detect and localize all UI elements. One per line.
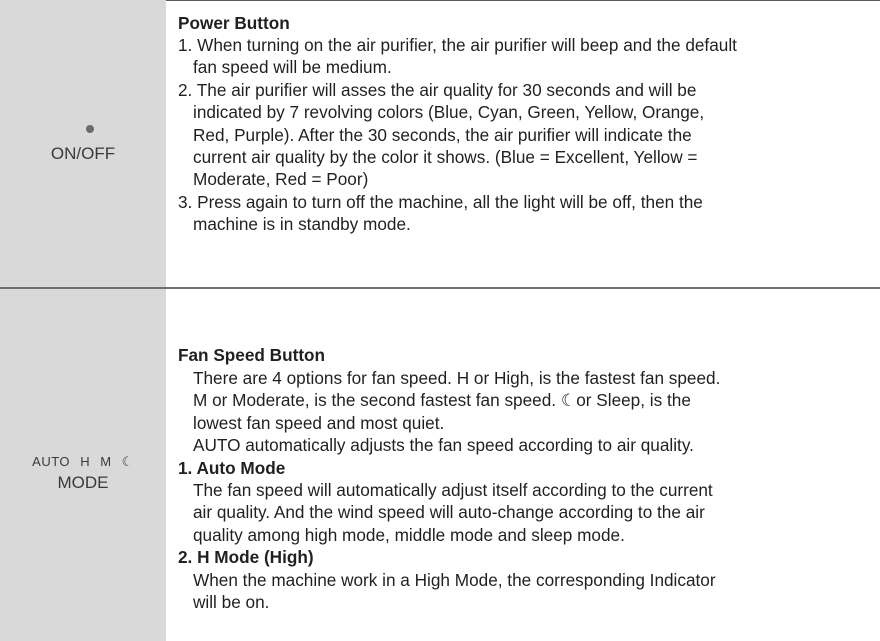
high-mode-line-2: will be on. — [193, 592, 270, 612]
medium-indicator: M — [100, 454, 112, 469]
power-item-2-line-2: indicated by 7 revolving colors (Blue, C… — [193, 102, 705, 123]
fan-intro-line-1: There are 4 options for fan speed. H or … — [193, 368, 721, 388]
auto-mode-line-2: air quality. And the wind speed will aut… — [193, 502, 705, 523]
auto-mode-heading: 1. Auto Mode — [178, 457, 286, 478]
fan-speed-button-title: Fan Speed Button — [178, 345, 326, 365]
auto-mode-line-1: The fan speed will automatically adjust … — [193, 480, 713, 500]
auto-mode-line-3: quality among high mode, middle mode and… — [193, 524, 625, 545]
power-button-cell: ON/OFF — [0, 0, 166, 287]
on-off-label: ON/OFF — [50, 144, 116, 163]
high-indicator: H — [80, 454, 91, 469]
power-indicator-dot-icon — [86, 125, 94, 133]
high-mode-line-1: When the machine work in a High Mode, th… — [193, 569, 716, 590]
top-divider — [166, 0, 880, 1]
high-mode-heading: 2. H Mode (High) — [178, 547, 314, 568]
mode-label: MODE — [57, 473, 109, 492]
power-item-2-line-5: Moderate, Red = Poor) — [193, 169, 369, 190]
power-item-3-line-2: machine is in standby mode. — [193, 214, 411, 235]
power-item-1-line-2: fan speed will be medium. — [193, 57, 392, 78]
power-item-2-line-4: current air quality by the color it show… — [193, 147, 698, 167]
power-item-3-line-1: 3. Press again to turn off the machine, … — [178, 191, 703, 212]
power-item-1-line-1: 1. When turning on the air purifier, the… — [178, 35, 737, 55]
fan-intro-line-3: lowest fan speed and most quiet. — [193, 412, 445, 433]
button-reference-table: ON/OFF Power Button 1. When turning on t… — [0, 0, 880, 641]
mode-indicators: AUTO H M ☾ — [0, 454, 166, 470]
fan-intro-line-4: AUTO automatically adjusts the fan speed… — [193, 435, 694, 456]
sleep-moon-icon: ☾ — [121, 454, 134, 469]
power-button-title: Power Button — [178, 13, 290, 33]
power-item-2-line-1: 2. The air purifier will asses the air q… — [178, 79, 697, 100]
auto-indicator: AUTO — [32, 454, 71, 469]
fan-intro-line-2: M or Moderate, is the second fastest fan… — [193, 390, 691, 411]
power-item-2-line-3: Red, Purple). After the 30 seconds, the … — [193, 124, 692, 145]
